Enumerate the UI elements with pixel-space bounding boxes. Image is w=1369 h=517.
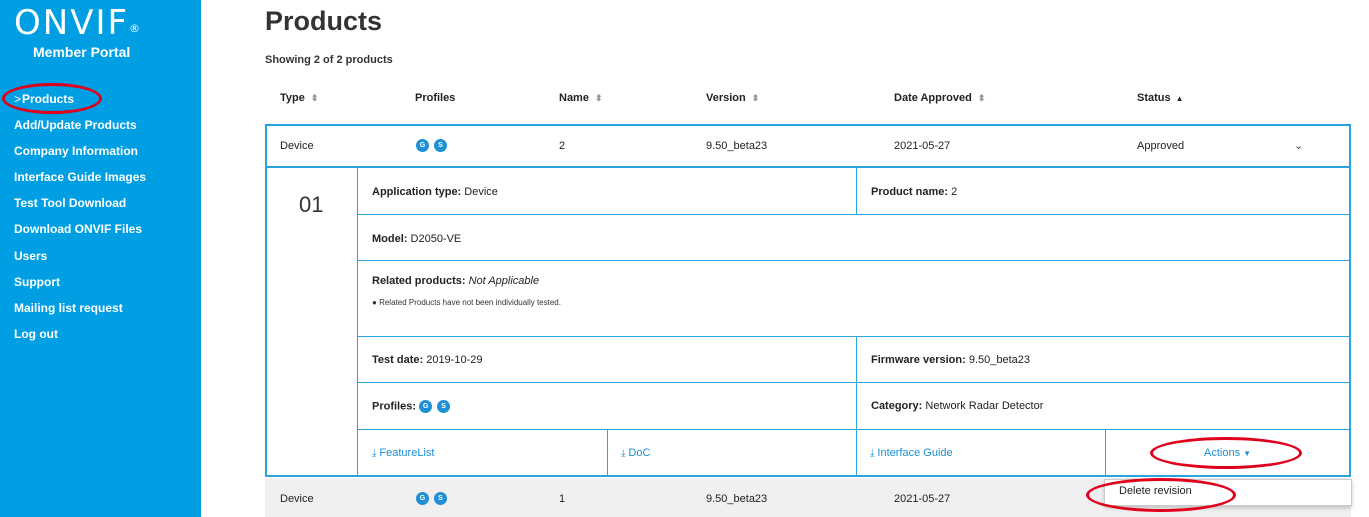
profile-s-badge: S: [434, 492, 447, 505]
download-icon: ⤓: [870, 448, 875, 459]
results-count: Showing 2 of 2 products: [265, 54, 393, 66]
revision-details: 01 Application type: Device Product name…: [265, 168, 1351, 477]
sidebar-item-add-update-products[interactable]: Add/Update Products: [14, 118, 137, 132]
sidebar-item-users[interactable]: Users: [14, 249, 47, 263]
row-version: 9.50_beta23: [706, 140, 768, 152]
row-name: 1: [559, 493, 566, 505]
sort-asc-icon: ▲: [1175, 94, 1184, 103]
revision-number: 01: [299, 192, 324, 217]
product-name: Product name: 2: [871, 186, 958, 198]
sort-icon: ⬍: [751, 93, 760, 103]
column-header-date-approved[interactable]: Date Approved ⬍: [894, 92, 985, 104]
divider: [856, 336, 857, 429]
profile-g-badge: G: [416, 492, 429, 505]
column-header-status[interactable]: Status ▲: [1137, 92, 1184, 104]
divider: [358, 214, 1351, 215]
divider: [358, 260, 1351, 261]
sort-icon: ⬍: [310, 93, 319, 103]
profile-s-badge: S: [437, 400, 451, 413]
page-title: Products: [265, 6, 383, 36]
sort-icon: ⬍: [594, 93, 603, 103]
divider: [856, 168, 857, 214]
sidebar-item-log-out[interactable]: Log out: [14, 327, 58, 341]
sidebar-item-mailing-list-request[interactable]: Mailing list request: [14, 301, 123, 315]
divider: [358, 429, 1351, 430]
related-products-note: ● Related Products have not been individ…: [372, 298, 561, 307]
sidebar-item-test-tool-download[interactable]: Test Tool Download: [14, 196, 126, 210]
onvif-logo: ONVIF®: [14, 4, 164, 42]
download-icon: ⤓: [372, 448, 377, 459]
divider: [358, 382, 1351, 383]
table-row[interactable]: Device GS 2 9.50_beta23 2021-05-27 Appro…: [265, 124, 1351, 168]
row-name: 2: [559, 140, 566, 152]
profile-g-badge: G: [416, 139, 429, 152]
sidebar-item-interface-guide-images[interactable]: Interface Guide Images: [14, 170, 146, 184]
column-header-version[interactable]: Version ⬍: [706, 92, 759, 104]
download-icon: ⤓: [621, 448, 626, 459]
portal-subtitle: Member Portal: [33, 44, 131, 60]
column-header-type[interactable]: Type ⬍: [280, 92, 318, 104]
divider: [607, 429, 608, 475]
interface-guide-link[interactable]: ⤓ Interface Guide: [870, 447, 953, 459]
actions-button[interactable]: Actions ▼: [1204, 447, 1251, 459]
sidebar-item-support[interactable]: Support: [14, 275, 60, 289]
profile-s-badge: S: [434, 139, 447, 152]
divider: [358, 336, 1351, 337]
row-status: Approved: [1137, 140, 1185, 152]
related-products: Related products: Not Applicable: [372, 275, 540, 287]
row-profiles: GS: [416, 139, 452, 152]
row-profiles: GS: [416, 492, 452, 505]
sidebar-item-company-information[interactable]: Company Information: [14, 144, 138, 158]
chevron-down-icon[interactable]: ⌄: [1294, 139, 1303, 152]
category: Category: Network Radar Detector: [871, 400, 1044, 412]
sidebar-item-download-onvif-files[interactable]: Download ONVIF Files: [14, 222, 142, 236]
column-header-name[interactable]: Name ⬍: [559, 92, 603, 104]
row-date-approved: 2021-05-27: [894, 140, 951, 152]
delete-revision-menu-item[interactable]: Delete revision: [1119, 485, 1192, 497]
sidebar: ONVIF® Member Portal >Products Add/Updat…: [0, 0, 201, 517]
test-date: Test date: 2019-10-29: [372, 354, 483, 366]
model: Model: D2050-VE: [372, 233, 462, 245]
column-header-profiles: Profiles: [415, 92, 456, 104]
row-type: Device: [280, 493, 314, 505]
divider: [856, 429, 857, 475]
row-date-approved: 2021-05-27: [894, 493, 951, 505]
detail-profiles: Profiles: GS: [372, 400, 455, 413]
row-version: 9.50_beta23: [706, 493, 768, 505]
doc-link[interactable]: ⤓ DoC: [621, 447, 650, 459]
profile-g-badge: G: [419, 400, 433, 413]
featurelist-link[interactable]: ⤓ FeatureList: [372, 447, 434, 459]
divider: [1105, 429, 1106, 475]
sidebar-item-products[interactable]: >Products: [14, 92, 74, 106]
registered-mark: ®: [129, 22, 141, 35]
firmware-version: Firmware version: 9.50_beta23: [871, 354, 1030, 366]
application-type: Application type: Device: [372, 186, 498, 198]
revision-cell: 01: [267, 168, 358, 475]
row-type: Device: [280, 140, 314, 152]
info-icon: ●: [372, 298, 377, 307]
chevron-right-icon: >: [14, 92, 22, 106]
logo-text: ONVIF: [14, 3, 130, 43]
sort-icon: ⬍: [977, 93, 986, 103]
actions-dropdown-menu: Delete revision: [1104, 479, 1352, 506]
caret-down-icon: ▼: [1243, 449, 1251, 458]
